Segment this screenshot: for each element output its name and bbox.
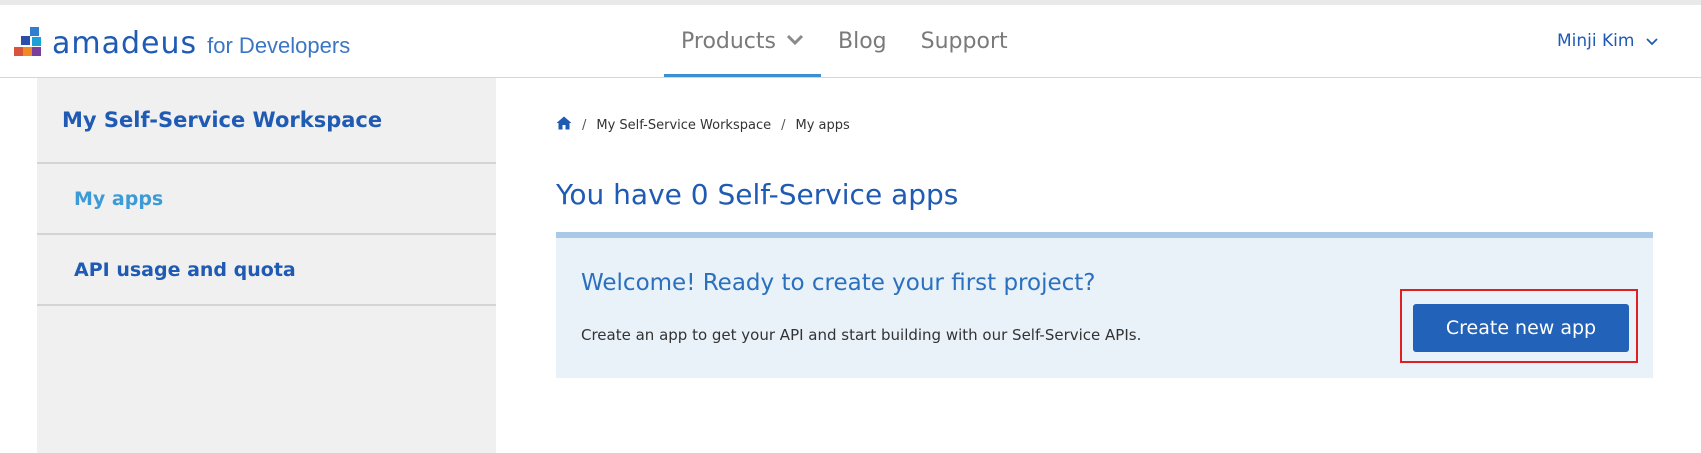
home-icon[interactable] [556,116,572,134]
sidebar-title: My Self-Service Workspace [37,78,496,164]
nav-blog[interactable]: Blog [821,5,904,77]
breadcrumb-my-apps: My apps [795,117,850,133]
nav-support-label: Support [920,28,1008,54]
logo-name: amadeus [52,25,198,61]
amadeus-logo[interactable]: amadeus for Developers [14,23,350,63]
logo-mark-icon [14,27,44,59]
sidebar-item-api-usage[interactable]: API usage and quota [37,235,496,306]
logo-subtitle: for Developers [207,33,351,58]
nav-products[interactable]: Products [664,5,821,77]
main-nav: Products Blog Support [664,5,1025,77]
page-title: You have 0 Self-Service apps [556,178,959,211]
chevron-down-icon [1646,31,1659,51]
nav-blog-label: Blog [838,28,887,54]
chevron-down-icon [786,27,804,52]
breadcrumb-separator: / [582,117,587,133]
user-menu[interactable]: Minji Kim [1557,5,1659,77]
nav-support[interactable]: Support [904,5,1025,77]
top-header: amadeus for Developers Products Blog Sup… [0,5,1701,78]
sidebar: My Self-Service Workspace My apps API us… [37,78,496,453]
breadcrumb-separator: / [781,117,786,133]
create-new-app-button[interactable]: Create new app [1413,304,1629,352]
user-name: Minji Kim [1557,31,1635,51]
breadcrumb-workspace[interactable]: My Self-Service Workspace [596,118,771,133]
breadcrumb: / My Self-Service Workspace / My apps [556,116,850,134]
sidebar-item-label: API usage and quota [74,258,296,281]
nav-products-label: Products [681,28,776,54]
welcome-title: Welcome! Ready to create your first proj… [581,270,1096,296]
welcome-text: Create an app to get your API and start … [581,326,1142,344]
sidebar-item-my-apps[interactable]: My apps [37,164,496,235]
sidebar-item-label: My apps [74,187,164,210]
